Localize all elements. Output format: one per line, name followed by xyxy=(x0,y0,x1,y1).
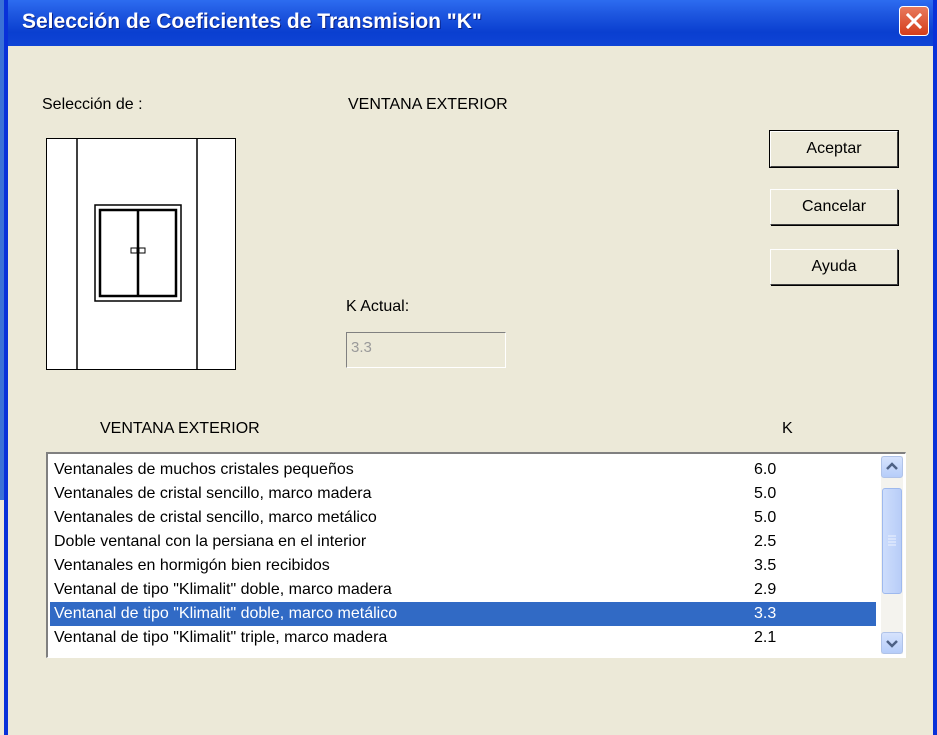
scroll-up-button[interactable] xyxy=(881,456,903,478)
list-item-name: Ventanal de tipo "Klimalit" doble, marco… xyxy=(54,605,398,622)
list-item-k: 2.5 xyxy=(754,533,777,550)
close-button[interactable] xyxy=(899,6,929,36)
dialog-window: Selección de Coeficientes de Transmision… xyxy=(4,0,937,735)
list-item[interactable]: Doble ventanal con la persiana en el int… xyxy=(50,530,876,554)
cancel-button[interactable]: Cancelar xyxy=(770,189,898,225)
k-actual-label: K Actual: xyxy=(346,298,410,315)
selection-label: Selección de : xyxy=(42,96,143,113)
list-item-k: 3.3 xyxy=(754,605,777,622)
scroll-thumb[interactable] xyxy=(882,488,902,594)
accept-button[interactable]: Aceptar xyxy=(769,130,899,168)
close-icon xyxy=(906,13,922,29)
chevron-down-icon xyxy=(886,640,898,648)
list-item[interactable]: Ventanales de cristal sencillo, marco me… xyxy=(50,506,876,530)
list-item-k: 5.0 xyxy=(754,509,777,526)
list-item[interactable]: Ventanal de tipo "Klimalit" triple, marc… xyxy=(50,626,876,650)
list-header-k: K xyxy=(782,420,793,437)
window-preview-icon xyxy=(76,139,198,369)
list-item-name: Ventanales de cristal sencillo, marco me… xyxy=(54,509,377,526)
title-bar[interactable]: Selección de Coeficientes de Transmision… xyxy=(8,0,933,46)
list-header-name: VENTANA EXTERIOR xyxy=(100,420,260,437)
list-scrollbar[interactable] xyxy=(881,456,903,654)
list-item-name: Ventanales de muchos cristales pequeños xyxy=(54,461,354,478)
list-item-k: 5.0 xyxy=(754,485,777,502)
list-item[interactable]: Ventanal de tipo "Klimalit" doble, marco… xyxy=(50,578,876,602)
list-item[interactable]: Ventanales de muchos cristales pequeños 6… xyxy=(50,458,876,482)
list-item-k: 3.5 xyxy=(754,557,777,574)
k-actual-field[interactable]: 3.3 xyxy=(346,332,506,368)
dialog-title: Selección de Coeficientes de Transmision… xyxy=(22,10,482,33)
list-item-name: Ventanales en hormigón bien recibidos xyxy=(54,557,330,574)
scroll-down-button[interactable] xyxy=(881,632,903,654)
list-item-name: Doble ventanal con la persiana en el int… xyxy=(54,533,367,550)
list-item[interactable]: Ventanales en hormigón bien recibidos 3.5 xyxy=(50,554,876,578)
list-item-k: 6.0 xyxy=(754,461,777,478)
coefficient-list[interactable]: Ventanales de muchos cristales pequeños 6… xyxy=(46,452,906,658)
window-preview xyxy=(46,138,236,370)
list-item-name: Ventanal de tipo "Klimalit" triple, marc… xyxy=(54,629,388,646)
list-item-selected[interactable]: Ventanal de tipo "Klimalit" doble, marco… xyxy=(50,602,876,626)
list-item[interactable]: Ventanales de cristal sencillo, marco ma… xyxy=(50,482,876,506)
chevron-up-icon xyxy=(886,462,898,470)
list-item-name: Ventanales de cristal sencillo, marco ma… xyxy=(54,485,372,502)
list-item-k: 2.1 xyxy=(754,629,777,646)
list-item-k: 2.9 xyxy=(754,581,777,598)
grip-icon xyxy=(888,535,896,546)
help-button[interactable]: Ayuda xyxy=(770,249,898,285)
list-item-name: Ventanal de tipo "Klimalit" doble, marco… xyxy=(54,581,392,598)
selection-value: VENTANA EXTERIOR xyxy=(348,96,508,113)
